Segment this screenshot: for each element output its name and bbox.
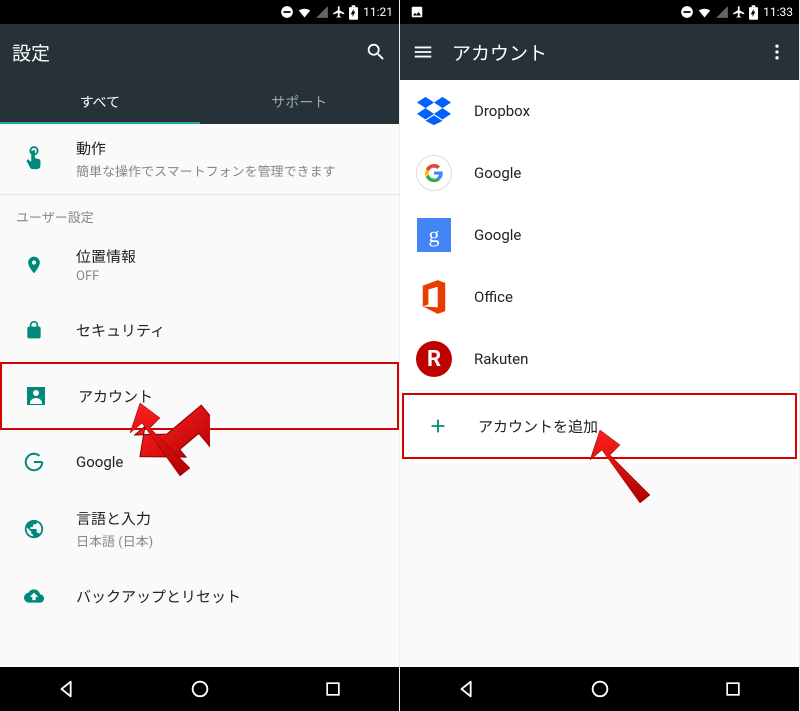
add-account-button[interactable]: アカウントを追加 [402,393,797,459]
nav-home-icon[interactable] [589,678,611,700]
item-title: 言語と入力 [76,508,383,529]
add-account-label: アカウントを追加 [478,416,598,437]
status-icons: 11:21 [280,5,393,20]
wifi-icon [697,5,712,20]
wifi-icon [297,5,312,20]
battery-icon [349,5,358,20]
signal-icon [315,5,329,19]
item-title: バックアップとリセット [76,586,383,607]
subheader-user: ユーザー設定 [0,195,399,232]
account-google-new[interactable]: Google [400,142,799,204]
item-sub: 簡単な操作でスマートフォンを管理できます [76,161,383,180]
item-security[interactable]: セキュリティ [0,298,399,362]
dnd-icon [680,5,694,19]
backup-icon [16,578,52,614]
search-icon[interactable] [365,41,387,63]
nav-recent-icon[interactable] [323,679,343,699]
account-rakuten[interactable]: R Rakuten [400,328,799,391]
item-account[interactable]: アカウント [0,362,399,430]
lock-icon [16,312,52,348]
account-icon [18,378,54,414]
nav-back-icon[interactable] [56,678,78,700]
account-label: Rakuten [474,350,528,368]
item-title: 位置情報 [76,246,383,267]
account-label: Google [474,226,521,244]
status-icons: 11:33 [680,5,793,20]
location-icon [16,247,52,283]
touch-icon [16,141,52,177]
tabs: すべて サポート [0,80,399,124]
status-bar: 11:21 [0,0,399,24]
navbar [400,667,799,711]
accounts-list: Dropbox Google g Google Office R [400,80,799,461]
item-language[interactable]: 言語と入力 日本語 (日本) [0,494,399,564]
screen-settings: 11:21 設定 すべて サポート 動作 簡単な操作でスマートフォンを管理できま… [0,0,400,711]
battery-icon [749,5,758,20]
plus-icon [420,408,456,444]
nav-recent-icon[interactable] [723,679,743,699]
item-title: 動作 [76,138,383,159]
status-bar: 11:33 [400,0,799,24]
account-dropbox[interactable]: Dropbox [400,80,799,142]
notification-icon [406,5,424,19]
navbar [0,667,399,711]
screen-accounts: 11:33 アカウント Dropbox Google g Goog [400,0,800,711]
airplane-icon [332,5,346,19]
page-title: 設定 [12,39,347,66]
globe-icon [16,511,52,547]
office-icon [416,279,452,315]
nav-home-icon[interactable] [189,678,211,700]
dnd-icon [280,5,294,19]
airplane-icon [732,5,746,19]
item-google[interactable]: Google [0,430,399,494]
item-motion[interactable]: 動作 簡単な操作でスマートフォンを管理できます [0,124,399,195]
menu-icon[interactable] [412,41,434,63]
google-color-icon [416,155,452,191]
account-office[interactable]: Office [400,266,799,328]
item-backup[interactable]: バックアップとリセット [0,564,399,628]
appbar: 設定 [0,24,399,80]
account-label: Dropbox [474,102,530,120]
account-label: Office [474,288,513,306]
item-title: Google [76,453,383,471]
more-icon[interactable] [767,42,787,62]
rakuten-icon: R [416,341,452,377]
item-sub: OFF [76,269,383,284]
signal-icon [715,5,729,19]
tab-all[interactable]: すべて [0,80,200,124]
status-time: 11:33 [763,5,793,19]
google-g-icon [16,444,52,480]
settings-list: 動作 簡単な操作でスマートフォンを管理できます ユーザー設定 位置情報 OFF … [0,124,399,667]
item-sub: 日本語 (日本) [76,531,383,550]
status-time: 11:21 [363,5,393,19]
item-location[interactable]: 位置情報 OFF [0,232,399,298]
tab-indicator [0,122,200,124]
dropbox-icon [416,93,452,129]
account-google-old[interactable]: g Google [400,204,799,266]
page-title: アカウント [452,39,749,66]
google-blue-icon: g [416,217,452,253]
tab-support[interactable]: サポート [200,80,400,124]
appbar: アカウント [400,24,799,80]
account-label: Google [474,164,521,182]
item-title: アカウント [78,386,381,407]
nav-back-icon[interactable] [456,678,478,700]
item-title: セキュリティ [76,320,383,341]
